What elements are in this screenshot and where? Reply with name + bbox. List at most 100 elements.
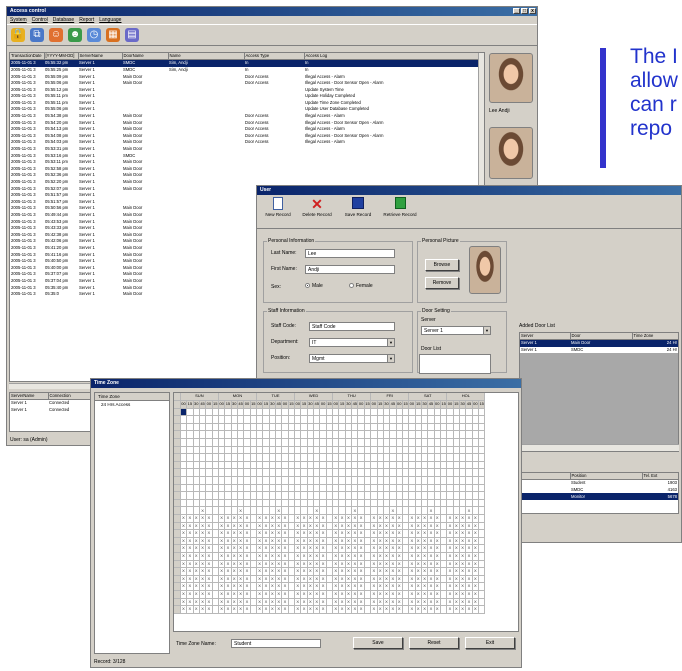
schedule-cell[interactable] bbox=[478, 537, 486, 546]
table-row[interactable]: 2005-11-01 3 05:55:32 pm Server 1 SMDC Sim, … bbox=[10, 59, 480, 67]
minimize-button[interactable]: _ bbox=[513, 8, 520, 14]
schedule-cell[interactable] bbox=[478, 605, 486, 614]
table-row[interactable]: 2005-11-01 3 05:53:16 pm Server 1 SMDC bbox=[10, 153, 480, 160]
sex-female-radio[interactable]: Female bbox=[349, 283, 373, 289]
schedule-cell[interactable] bbox=[478, 529, 486, 538]
server-col-connection[interactable]: Connection bbox=[48, 393, 93, 401]
added-col-timezone[interactable]: Time Zone bbox=[632, 333, 678, 341]
menu-database[interactable]: Database bbox=[53, 16, 74, 24]
first-name-field[interactable]: Andji bbox=[305, 265, 395, 274]
schedule-cell[interactable] bbox=[478, 415, 486, 424]
txn-column-header[interactable]: ServerName bbox=[78, 53, 123, 61]
table-row[interactable]: 2005-11-01 3 05:53:31 pm Server 1 Main Door bbox=[10, 146, 480, 153]
schedule-cell[interactable] bbox=[478, 423, 486, 432]
schedule-cell[interactable] bbox=[478, 590, 486, 599]
server-row[interactable]: Server 1 Connected bbox=[10, 407, 93, 414]
table-row[interactable]: 2005-11-01 3 05:54:20 pm Server 1 Main Door… bbox=[10, 120, 480, 127]
new-record-button[interactable]: New Record bbox=[263, 197, 293, 217]
door-list[interactable] bbox=[419, 354, 491, 374]
staff-row[interactable]: Monitor 5678 bbox=[520, 493, 678, 500]
schedule-cell[interactable] bbox=[478, 461, 486, 470]
schedule-cell[interactable] bbox=[478, 430, 486, 440]
menu-control[interactable]: Control bbox=[32, 16, 48, 24]
schedule-cell[interactable] bbox=[478, 499, 486, 508]
remove-button[interactable]: Remove bbox=[425, 277, 459, 289]
menu-language[interactable]: Language bbox=[99, 16, 121, 24]
table-row[interactable]: 2005-11-01 3 05:55:09 pm Server 1 Main Door… bbox=[10, 73, 480, 80]
table-row[interactable]: 2005-11-01 3 05:52:58 pm Server 1 Main Door bbox=[10, 166, 480, 173]
added-door-row[interactable]: Server 1 SMDC 24 Hr bbox=[520, 347, 678, 354]
schedule-cell[interactable] bbox=[478, 575, 486, 584]
table-row[interactable]: 2005-11-01 3 05:54:03 pm Server 1 Main Door… bbox=[10, 139, 480, 146]
txn-column-header[interactable]: Name bbox=[168, 53, 245, 61]
table-row[interactable]: 2005-11-01 3 05:55:11 pm Server 1 Update Ti… bbox=[10, 100, 480, 107]
staff-row[interactable]: Student 1903 bbox=[520, 480, 678, 487]
table-row[interactable]: 2005-11-01 3 05:55:11 pm Server 1 Update Ho… bbox=[10, 93, 480, 100]
clock-icon[interactable]: ◷ bbox=[87, 28, 101, 42]
sex-male-radio[interactable]: Male bbox=[305, 283, 323, 289]
schedule-cell[interactable] bbox=[478, 506, 486, 515]
table-row[interactable]: 2005-11-01 3 05:55:06 pm Server 1 Update Us… bbox=[10, 106, 480, 113]
added-door-row[interactable]: Server 1 Main Door 24 Hr bbox=[520, 339, 678, 347]
staff-code-field[interactable]: Staff Code bbox=[309, 322, 395, 331]
close-button[interactable]: x bbox=[529, 8, 536, 14]
table-row[interactable]: 2005-11-01 3 05:54:08 pm Server 1 Main Door… bbox=[10, 133, 480, 140]
table-row[interactable]: 2005-11-01 3 05:54:13 pm Server 1 Main Door… bbox=[10, 126, 480, 133]
added-door-scrollbar[interactable] bbox=[519, 444, 679, 451]
schedule-cell[interactable] bbox=[478, 408, 486, 417]
added-col-door[interactable]: Door bbox=[570, 333, 633, 341]
delete-record-button[interactable]: ✕ Delete Record bbox=[299, 197, 335, 217]
building-icon[interactable]: ▦ bbox=[106, 28, 120, 42]
staff-row[interactable]: SMDC 4163 bbox=[520, 487, 678, 494]
department-select[interactable]: IT ▼ bbox=[309, 338, 395, 347]
list-item[interactable]: 24 Hrs Access bbox=[98, 401, 169, 409]
server-select[interactable]: Server 1 ▼ bbox=[421, 326, 491, 335]
menu-system[interactable]: System bbox=[10, 16, 27, 24]
schedule-cell[interactable] bbox=[478, 552, 486, 561]
save-button[interactable]: Save bbox=[353, 637, 403, 649]
schedule-cell[interactable] bbox=[478, 582, 486, 591]
txn-column-header[interactable]: Access Type bbox=[244, 53, 305, 61]
reset-button[interactable]: Reset bbox=[409, 637, 459, 649]
schedule-cell[interactable] bbox=[478, 476, 486, 485]
position-select[interactable]: Mgmt ▼ bbox=[309, 354, 395, 363]
schedule-cell[interactable] bbox=[478, 453, 486, 462]
txn-column-header[interactable]: TransactionDate bbox=[10, 53, 45, 61]
export-icon[interactable]: ▤ bbox=[125, 28, 139, 42]
schedule-cell[interactable] bbox=[478, 484, 486, 493]
table-row[interactable]: 2005-11-01 3 05:55:12 pm Server 1 Update Sy… bbox=[10, 87, 480, 94]
schedule-cell[interactable] bbox=[478, 544, 486, 553]
table-row[interactable]: 2005-11-01 3 05:52:36 pm Server 1 Main Door bbox=[10, 172, 480, 179]
server-row[interactable]: Server 1 Connected bbox=[10, 400, 93, 407]
network-icon[interactable]: ⧉ bbox=[30, 28, 44, 42]
schedule-cell[interactable] bbox=[478, 598, 486, 607]
staff-col-ext[interactable]: Tel. Ext bbox=[642, 473, 678, 481]
schedule-cell[interactable] bbox=[478, 468, 486, 478]
table-row[interactable]: 2005-11-01 3 05:55:06 pm Server 1 Main Door… bbox=[10, 80, 480, 87]
retrieve-record-button[interactable]: Retrieve Record bbox=[381, 197, 419, 217]
maximize-button[interactable]: □ bbox=[521, 8, 528, 14]
people-icon[interactable]: ☻ bbox=[68, 28, 82, 42]
schedule-cell[interactable] bbox=[478, 438, 486, 447]
txn-column-header[interactable]: Access Log bbox=[304, 53, 481, 61]
schedule-cell[interactable] bbox=[478, 446, 486, 455]
server-col-name[interactable]: ServerName bbox=[10, 393, 49, 401]
table-row[interactable]: 2005-11-01 3 05:53:11 pm Server 1 Main Door bbox=[10, 159, 480, 166]
lock-icon[interactable]: 🔒 bbox=[11, 28, 25, 42]
tz-name-field[interactable]: Student bbox=[231, 639, 321, 648]
schedule-cell[interactable] bbox=[478, 522, 486, 531]
table-horizontal-scrollbar[interactable] bbox=[9, 383, 94, 389]
txn-column-header[interactable]: DoorName bbox=[122, 53, 169, 61]
schedule-cell[interactable] bbox=[478, 567, 486, 576]
exit-button[interactable]: Exit bbox=[465, 637, 515, 649]
staff-col-blank[interactable] bbox=[520, 473, 571, 481]
users-icon[interactable]: ☺ bbox=[49, 28, 63, 42]
added-col-server[interactable]: Server bbox=[520, 333, 571, 341]
browse-button[interactable]: Browse bbox=[425, 259, 459, 271]
txn-column-header[interactable]: [YYYY-MM-DD] bbox=[44, 53, 79, 61]
staff-col-position[interactable]: Position bbox=[570, 473, 643, 481]
table-row[interactable]: 2005-11-01 3 05:54:38 pm Server 1 Main Door… bbox=[10, 113, 480, 120]
schedule-cell[interactable] bbox=[478, 514, 486, 523]
schedule-cell[interactable] bbox=[478, 491, 486, 500]
schedule-cell[interactable] bbox=[478, 560, 486, 569]
